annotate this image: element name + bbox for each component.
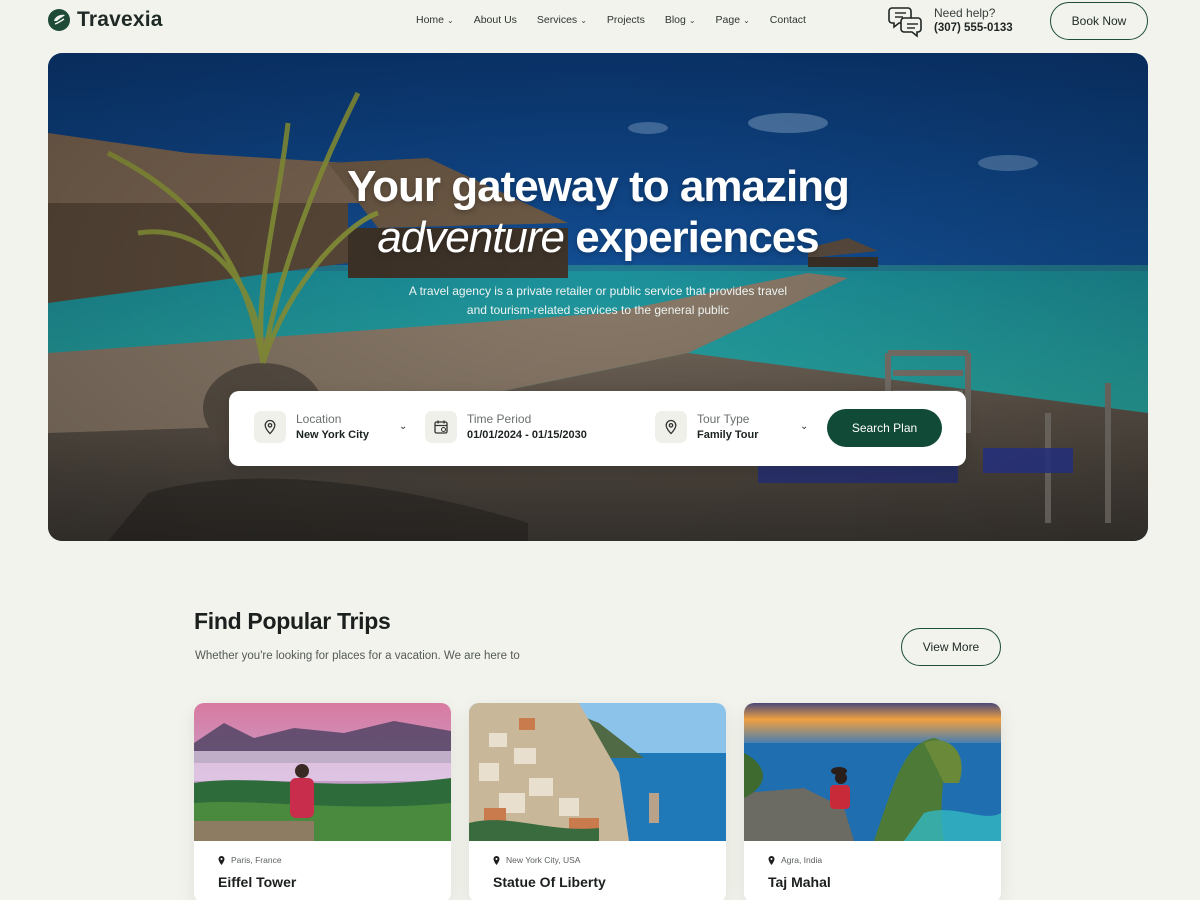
- time-period-label: Time Period: [467, 412, 532, 426]
- chevron-down-icon: ⌄: [743, 15, 750, 25]
- book-now-button[interactable]: Book Now: [1050, 2, 1148, 40]
- trip-card-location-text: Agra, India: [781, 855, 823, 865]
- nav-page[interactable]: Page ⌄: [716, 14, 750, 26]
- trip-card-name[interactable]: Statue Of Liberty: [493, 874, 606, 890]
- hero-title-line1: Your gateway to amazing: [347, 162, 850, 211]
- tour-type-value: Family Tour: [697, 429, 759, 441]
- nav-home-label: Home: [416, 14, 445, 26]
- brand-name: Travexia: [77, 8, 163, 31]
- trip-search-bar: Location New York City ⌄ Time Period 01/…: [229, 391, 966, 466]
- trip-card-image: [194, 703, 451, 841]
- chevron-down-icon: ⌄: [800, 421, 809, 432]
- help-phone[interactable]: (307) 555-0133: [934, 21, 1013, 36]
- logo[interactable]: Travexia: [47, 8, 163, 32]
- location-label: Location: [296, 412, 342, 426]
- hero-section: Your gateway to amazing adventure experi…: [48, 53, 1148, 541]
- nav-blog[interactable]: Blog ⌄: [665, 14, 696, 26]
- location-text: Location New York City: [296, 411, 369, 443]
- trip-card-name[interactable]: Eiffel Tower: [218, 874, 296, 890]
- trip-card-name[interactable]: Taj Mahal: [768, 874, 831, 890]
- location-value: New York City: [296, 429, 369, 441]
- chevron-down-icon: ⌄: [399, 421, 408, 432]
- chat-bubbles-icon: [888, 7, 922, 38]
- calendar-icon: [425, 411, 457, 443]
- nav-contact[interactable]: Contact: [770, 14, 806, 26]
- trip-card-image: [469, 703, 726, 841]
- nav-home[interactable]: Home ⌄: [416, 14, 454, 26]
- hero-title-rest: experiences: [564, 213, 819, 262]
- view-more-button[interactable]: View More: [901, 628, 1001, 666]
- nav-projects[interactable]: Projects: [607, 14, 645, 26]
- site-header: Travexia Home ⌄ About Us Services ⌄ Projec…: [0, 0, 1200, 46]
- popular-trips-title: Find Popular Trips: [194, 608, 391, 634]
- tour-type-text: Tour Type Family Tour: [697, 411, 759, 443]
- search-plan-button[interactable]: Search Plan: [827, 409, 942, 447]
- nav-page-label: Page: [715, 14, 741, 26]
- nav-projects-label: Projects: [606, 14, 645, 26]
- nav-blog-label: Blog: [664, 14, 686, 26]
- help-text: Need help? (307) 555-0133: [934, 6, 1013, 36]
- hero-subtitle: A travel agency is a private retailer or…: [408, 284, 788, 317]
- trip-card-location: New York City, USA: [493, 855, 580, 865]
- map-pin-icon: [218, 855, 225, 865]
- hero-title-emphasis: adventure: [377, 213, 565, 262]
- trip-card-location: Paris, France: [218, 855, 282, 865]
- main-nav: Home ⌄ About Us Services ⌄ Projects Blog ⌄ …: [416, 14, 806, 26]
- nav-services[interactable]: Services ⌄: [537, 14, 587, 26]
- trip-card-image: [744, 703, 1001, 841]
- help-label: Need help?: [934, 6, 996, 20]
- chevron-down-icon: ⌄: [447, 15, 454, 25]
- tour-type-label: Tour Type: [697, 412, 750, 426]
- hero-title: Your gateway to amazing adventure experi…: [48, 161, 1148, 263]
- trip-card-location-text: Paris, France: [231, 855, 282, 865]
- nav-contact-label: Contact: [769, 14, 806, 26]
- map-pin-icon: [493, 855, 500, 865]
- logo-icon: [48, 9, 70, 31]
- time-period-value: 01/01/2024 - 01/15/2030: [467, 429, 587, 441]
- time-period-text: Time Period 01/01/2024 - 01/15/2030: [467, 411, 587, 443]
- map-pin-icon: [768, 855, 775, 865]
- chevron-down-icon: ⌄: [580, 15, 587, 25]
- trip-card-location: Agra, India: [768, 855, 822, 865]
- nav-about-label: About Us: [473, 14, 517, 26]
- nav-services-label: Services: [536, 14, 578, 26]
- location-select[interactable]: Location New York City ⌄: [254, 411, 414, 443]
- trip-card[interactable]: Paris, France Eiffel Tower: [194, 703, 451, 900]
- nav-about[interactable]: About Us: [474, 14, 517, 26]
- map-pin-icon: [254, 411, 286, 443]
- chevron-down-icon: ⌄: [688, 15, 696, 25]
- popular-trips-subtitle: Whether you're looking for places for a …: [195, 650, 520, 662]
- map-pin-icon: [655, 411, 687, 443]
- trip-card[interactable]: Agra, India Taj Mahal: [744, 703, 1001, 900]
- tour-type-select[interactable]: Tour Type Family Tour ⌄: [655, 411, 815, 443]
- trip-card[interactable]: New York City, USA Statue Of Liberty: [469, 703, 726, 900]
- trip-card-location-text: New York City, USA: [506, 855, 581, 865]
- help-contact[interactable]: Need help? (307) 555-0133: [888, 4, 1013, 38]
- time-period-picker[interactable]: Time Period 01/01/2024 - 01/15/2030: [425, 411, 625, 443]
